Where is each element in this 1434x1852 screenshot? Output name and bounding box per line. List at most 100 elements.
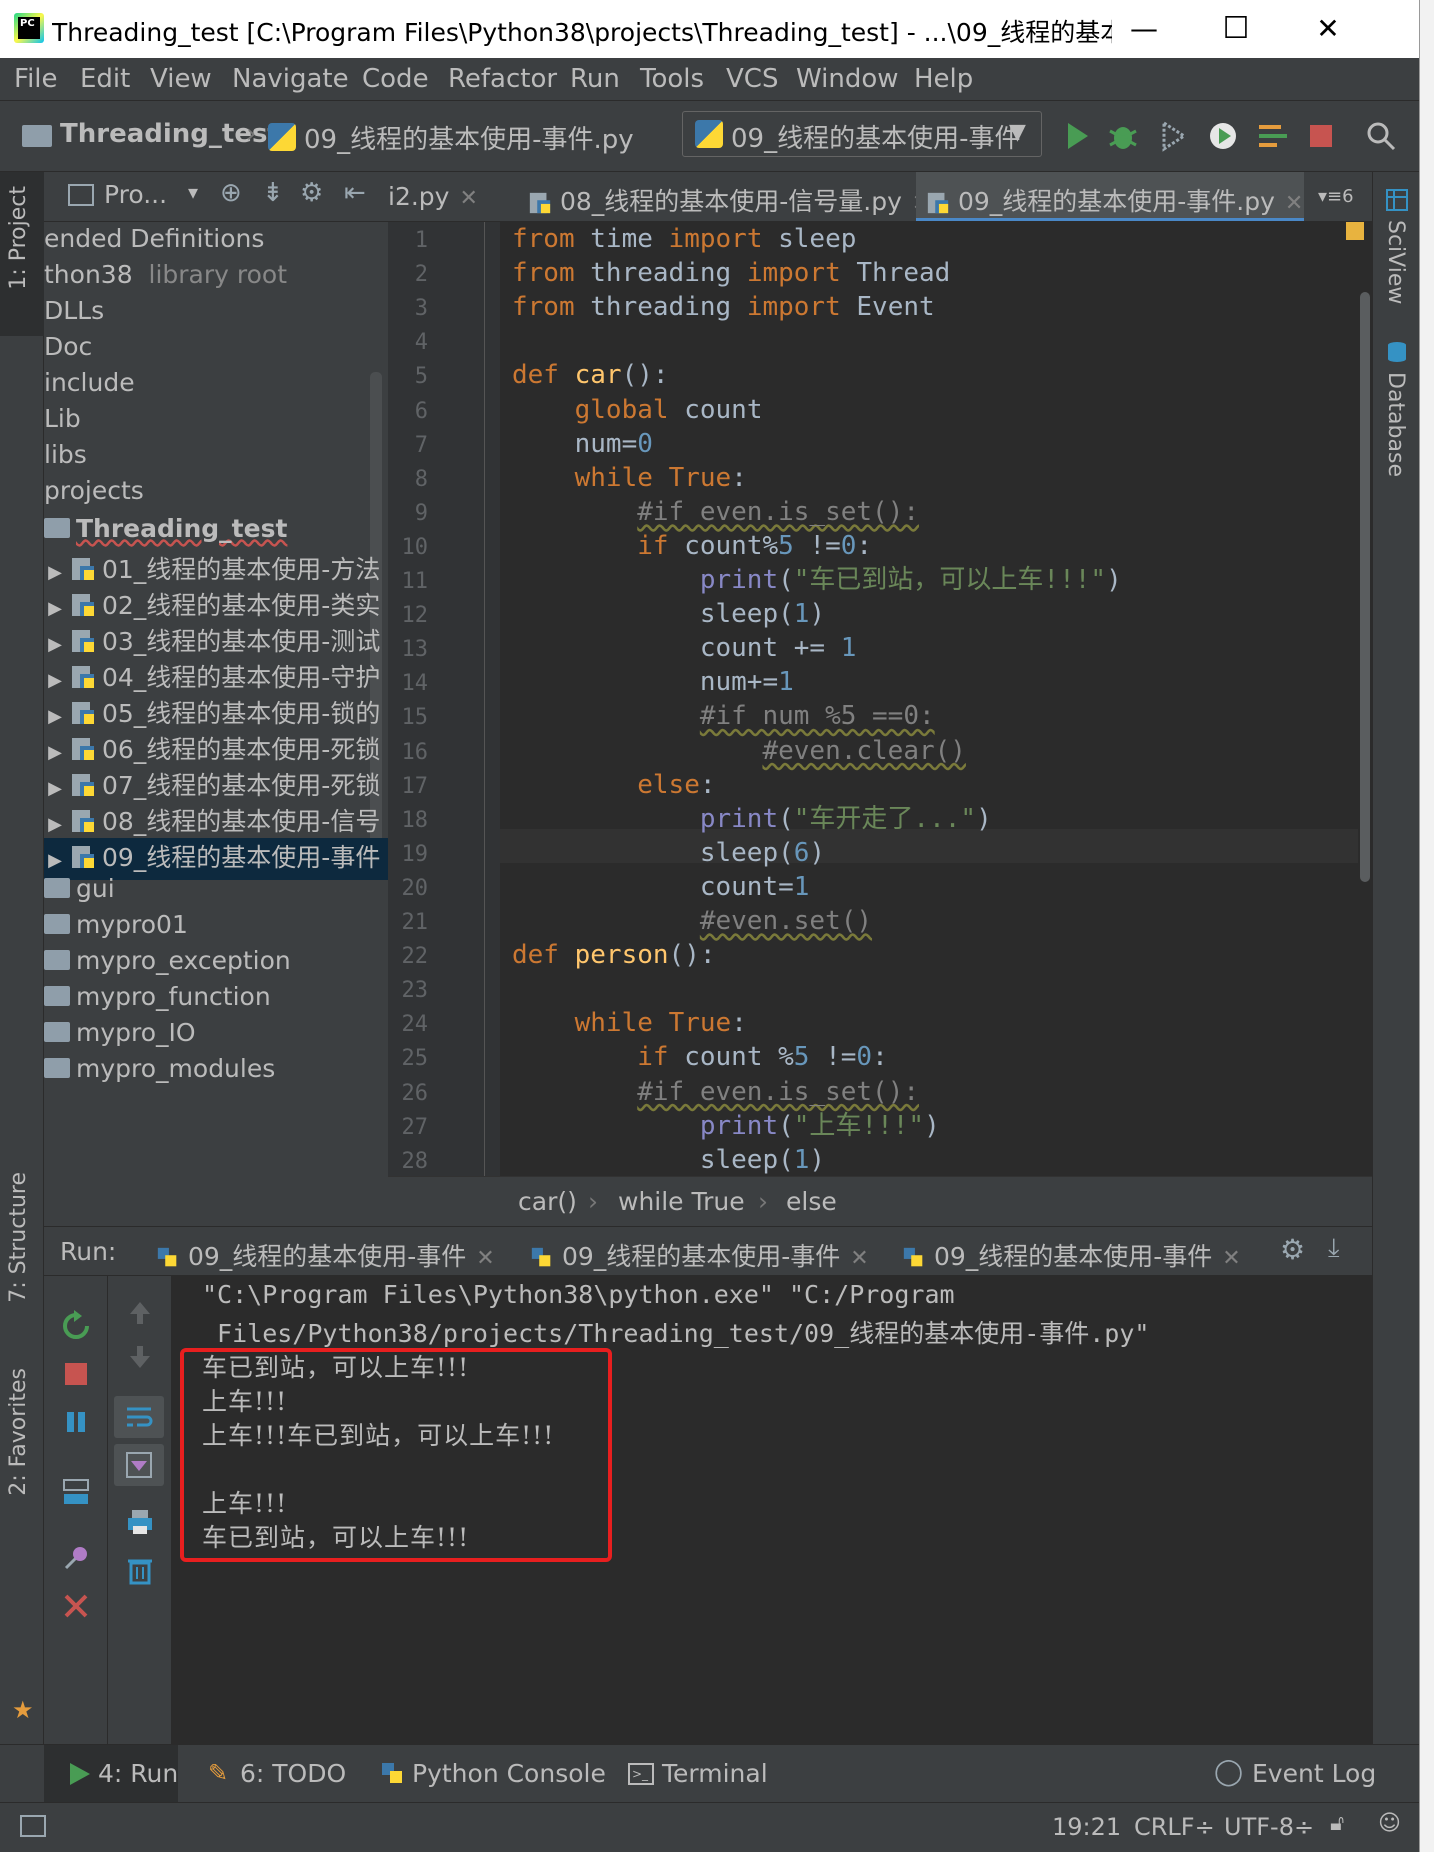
code-line: print("上车!!!") xyxy=(699,1110,940,1141)
nav-file[interactable]: 09_线程的基本使用-事件.py xyxy=(304,119,634,156)
menu-code[interactable]: Code xyxy=(362,64,429,94)
project-view-icon xyxy=(68,184,94,206)
run-panel-label: Run: xyxy=(60,1237,117,1266)
close-icon[interactable]: ✕ xyxy=(1285,191,1303,216)
soft-wrap-toggle[interactable] xyxy=(114,1396,164,1438)
line-number: 19 xyxy=(401,841,429,867)
hide-panel-icon[interactable]: ⇤ xyxy=(344,178,366,208)
code-line: #if even.is_set(): xyxy=(637,1076,919,1107)
close-icon[interactable]: ✕ xyxy=(1222,1246,1240,1271)
toolwindow-event-log[interactable]: Event Log xyxy=(1252,1759,1376,1788)
code-line: else: xyxy=(637,769,716,800)
close-icon[interactable]: ✕ xyxy=(459,186,477,211)
menu-help[interactable]: Help xyxy=(914,64,973,94)
gear-icon[interactable]: ⚙ xyxy=(300,178,323,208)
toolwindow-todo[interactable]: 6: TODO xyxy=(240,1759,346,1788)
line-number: 16 xyxy=(401,739,429,765)
scroll-to-end-toggle[interactable] xyxy=(114,1444,164,1486)
toolwindow-terminal[interactable]: Terminal xyxy=(662,1759,768,1788)
close-icon[interactable]: ✕ xyxy=(476,1246,494,1271)
close-run-icon[interactable] xyxy=(60,1590,92,1622)
close-window-button[interactable]: ✕ xyxy=(1282,0,1374,58)
favorites-tool-label[interactable]: 2: Favorites xyxy=(6,1368,31,1496)
menu-file[interactable]: File xyxy=(14,64,58,94)
pin-icon[interactable] xyxy=(60,1542,92,1574)
line-number: 10 xyxy=(401,534,429,560)
project-view-select[interactable]: Pro... xyxy=(104,180,167,209)
search-icon[interactable] xyxy=(1364,119,1398,153)
project-tool-label[interactable]: 1: Project xyxy=(6,186,31,290)
pause-icon[interactable] xyxy=(60,1406,92,1438)
sciview-tool-label[interactable]: SciView xyxy=(1383,220,1408,304)
menu-view[interactable]: View xyxy=(150,64,212,94)
editor-tab-09[interactable]: 09_线程的基本使用-事件.py ✕ xyxy=(916,172,1304,221)
collapse-all-icon[interactable]: ⇟ xyxy=(262,178,284,208)
profile-icon[interactable] xyxy=(1206,119,1240,153)
left-tool-stripe: 1: Project 7: Structure 2: Favorites ★ xyxy=(0,172,44,1744)
inspection-warning-icon[interactable] xyxy=(1346,222,1364,240)
concurrency-diagram-icon[interactable] xyxy=(1256,119,1290,153)
folder-icon xyxy=(44,1022,70,1042)
code-line: def car(): xyxy=(512,360,669,391)
menu-navigate[interactable]: Navigate xyxy=(232,64,349,94)
run-tab-2[interactable]: 09_线程的基本使用-事件 ✕ xyxy=(530,1237,869,1273)
line-separator[interactable]: CRLF÷ xyxy=(1134,1813,1215,1841)
database-tool-label[interactable]: Database xyxy=(1383,372,1408,477)
code-line: if count %5 !=0: xyxy=(637,1042,888,1073)
coverage-icon[interactable] xyxy=(1156,119,1190,153)
maximize-button[interactable]: ☐ xyxy=(1190,0,1282,58)
crumb-car[interactable]: car() xyxy=(518,1187,577,1216)
tab-overflow-menu[interactable]: ▾≡6 xyxy=(1318,172,1354,221)
run-configuration-select[interactable]: 09_线程的基本使用-事件 ▼ xyxy=(682,111,1042,157)
navigation-bar: Threading_test › 09_线程的基本使用-事件.py 09_线程的… xyxy=(0,100,1419,172)
run-tab-3[interactable]: 09_线程的基本使用-事件 ✕ xyxy=(902,1237,1241,1273)
toolwindow-python-console[interactable]: Python Console xyxy=(412,1759,606,1788)
menu-refactor[interactable]: Refactor xyxy=(448,64,557,94)
inspector-icon[interactable]: ☺ xyxy=(1378,1811,1401,1836)
locate-icon[interactable]: ⊕ xyxy=(220,178,242,208)
editor-scrollbar[interactable] xyxy=(1358,222,1372,1176)
code-line: count=1 xyxy=(512,871,810,902)
menu-edit[interactable]: Edit xyxy=(80,64,130,94)
menu-window[interactable]: Window xyxy=(796,64,899,94)
print-icon[interactable] xyxy=(124,1506,156,1538)
stop-icon[interactable] xyxy=(60,1358,92,1390)
tree-item-projects[interactable]: projects xyxy=(44,476,388,518)
lock-icon[interactable]: 🔓︎ xyxy=(1330,1811,1344,1836)
menu-vcs[interactable]: VCS xyxy=(726,64,778,94)
minimize-button[interactable]: — xyxy=(1098,0,1190,58)
stop-icon[interactable] xyxy=(1304,119,1338,153)
debug-icon[interactable] xyxy=(1106,119,1140,153)
code-line: #even.set() xyxy=(699,906,873,936)
folder-icon xyxy=(44,1058,70,1078)
run-tab-1[interactable]: 09_线程的基本使用-事件 ✕ xyxy=(156,1237,495,1273)
dump-threads-icon[interactable] xyxy=(60,1476,92,1508)
rerun-icon[interactable] xyxy=(60,1310,92,1342)
nav-separator-icon: › xyxy=(246,119,257,149)
file-encoding[interactable]: UTF-8÷ xyxy=(1224,1813,1314,1841)
crumb-else[interactable]: else xyxy=(786,1187,837,1216)
caret-position[interactable]: 19:21 xyxy=(1052,1813,1121,1841)
structure-tool-label[interactable]: 7: Structure xyxy=(6,1172,31,1303)
editor-tab-prev[interactable]: i2.py ✕ xyxy=(388,172,488,221)
code-editor[interactable]: from time import sleep from threading imp… xyxy=(500,222,1358,1176)
run-toolbar-secondary xyxy=(108,1276,172,1744)
crumb-while[interactable]: while True xyxy=(618,1187,745,1216)
editor-scroll-thumb[interactable] xyxy=(1360,292,1370,882)
trash-icon[interactable] xyxy=(124,1554,156,1586)
gear-icon[interactable]: ⚙ xyxy=(1280,1233,1305,1266)
tree-item-mypro-modules[interactable]: mypro_modules xyxy=(44,1054,388,1096)
toggle-toolwindows-icon[interactable] xyxy=(20,1815,46,1837)
chevron-down-icon: ▾ xyxy=(188,180,199,204)
close-icon[interactable]: ✕ xyxy=(850,1246,868,1271)
run-icon[interactable] xyxy=(1060,119,1094,153)
menu-run[interactable]: Run xyxy=(570,64,620,94)
editor-tab-08[interactable]: 08_线程的基本使用-信号量.py✕ xyxy=(518,172,930,221)
hide-download-icon[interactable]: ⤓ xyxy=(1328,1233,1340,1264)
python-console-icon xyxy=(382,1763,402,1783)
arrow-up-icon[interactable] xyxy=(124,1296,156,1328)
menu-tools[interactable]: Tools xyxy=(640,64,704,94)
folder-icon xyxy=(44,950,70,970)
toolwindow-run[interactable]: 4: Run xyxy=(98,1759,178,1788)
arrow-down-icon[interactable] xyxy=(124,1342,156,1374)
